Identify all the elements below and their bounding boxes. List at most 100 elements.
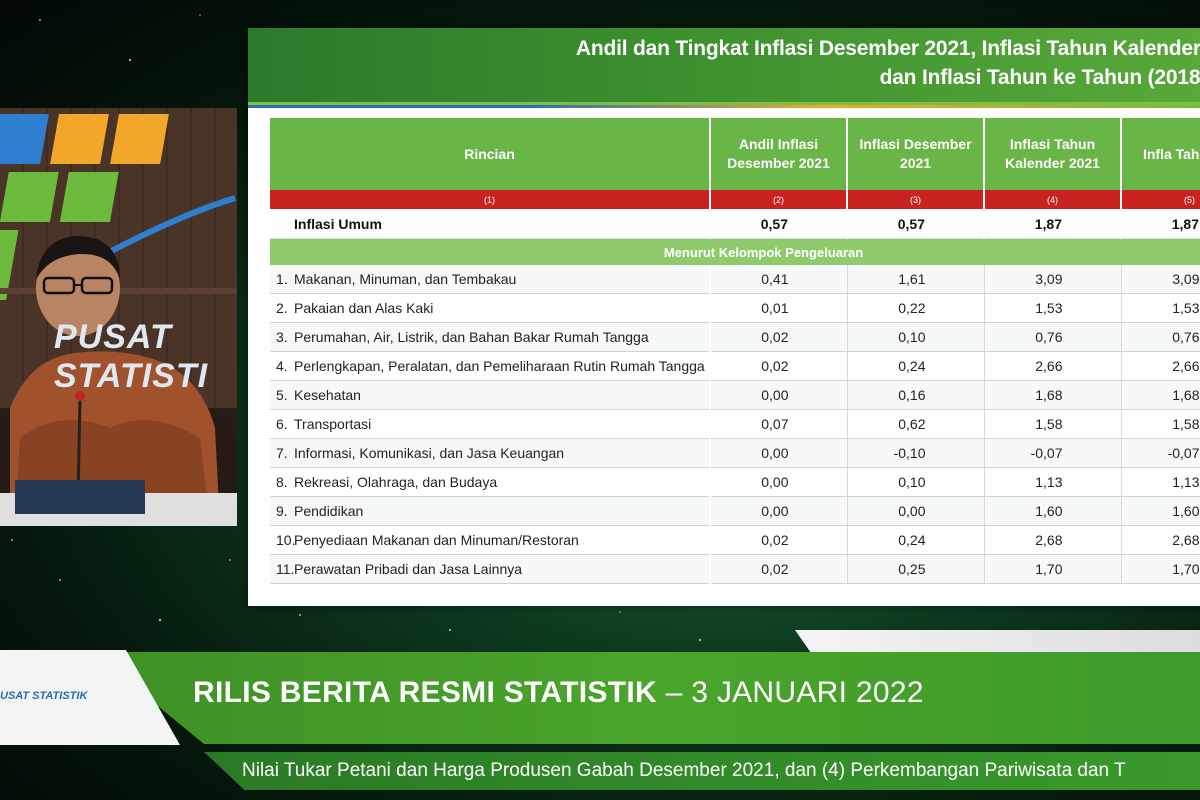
table-row: 11.Perawatan Pribadi dan Jasa Lainnya 0,0… [270, 554, 1200, 584]
row-label: 7. Informasi, Komunikasi, dan Jasa Keuang… [270, 438, 711, 468]
col-number: (1) [270, 190, 711, 209]
table-cell: 0,00 [710, 467, 848, 497]
table-cell: 1,87 [1121, 209, 1200, 239]
col-number: (4) [984, 190, 1122, 209]
table-cell: 1,68 [984, 380, 1122, 410]
col-header-rincian: Rincian [270, 118, 711, 190]
col-header-tahun-kalender: Inflasi Tahun Kalender 2021 [984, 118, 1122, 190]
row-number: 6. [276, 416, 288, 432]
row-label-text: Penyediaan Makanan dan Minuman/Restoran [294, 532, 579, 548]
table-cell: 1,53 [1121, 293, 1200, 323]
row-label-text: Perlengkapan, Peralatan, dan Pemeliharaa… [294, 358, 705, 374]
table-cell: 1,70 [984, 554, 1122, 584]
table-cell: 0,24 [847, 351, 985, 381]
table-cell: 2,66 [1121, 351, 1200, 381]
table-cell: 3,09 [1121, 265, 1200, 294]
row-label-text: Kesehatan [294, 387, 361, 403]
table-body: 1. Makanan, Minuman, dan Tembakau 0,41 1,61… [270, 265, 1200, 584]
table-cell: 1,60 [1121, 496, 1200, 526]
slide-header-band: Andil dan Tingkat Inflasi Desember 2021,… [248, 28, 1200, 108]
row-number: 3. [276, 329, 288, 345]
table-cell: 1,13 [1121, 467, 1200, 497]
col-number: (2) [710, 190, 848, 209]
row-label: 10.Penyediaan Makanan dan Minuman/Restor… [270, 525, 711, 555]
table-cell: 2,68 [1121, 525, 1200, 555]
org-name: USAT STATISTIK [0, 690, 88, 702]
col-header-andil: Andil Inflasi Desember 2021 [710, 118, 848, 190]
row-label-text: Pakaian dan Alas Kaki [294, 300, 434, 316]
col-number: (3) [847, 190, 985, 209]
broadcast-title: RILIS BERITA RESMI STATISTIK – 3 JANUARI… [193, 676, 924, 710]
table-cell: 0,07 [710, 409, 848, 439]
table-cell: 0,62 [847, 409, 985, 439]
row-label: 3. Perumahan, Air, Listrik, dan Bahan Bak… [270, 322, 711, 352]
row-label: 1. Makanan, Minuman, dan Tembakau [270, 265, 711, 294]
row-number: 8. [276, 474, 288, 490]
inflation-table: Rincian Andil Inflasi Desember 2021 Infl… [270, 118, 1200, 584]
table-header-row: Rincian Andil Inflasi Desember 2021 Infl… [270, 118, 1200, 190]
table-cell: 1,68 [1121, 380, 1200, 410]
row-label-text: Transportasi [294, 416, 372, 432]
table-row: 8. Rekreasi, Olahraga, dan Budaya 0,00 0,10… [270, 467, 1200, 497]
table-row: 4. Perlengkapan, Peralatan, dan Pemelihar… [270, 351, 1200, 381]
table-cell: 0,76 [1121, 322, 1200, 352]
row-number: 11. [276, 561, 295, 577]
table-row: 9. Pendidikan 0,00 0,00 1,60 1,60 [270, 496, 1200, 526]
row-number: 5. [276, 387, 288, 403]
inflasi-umum-row: Inflasi Umum 0,57 0,57 1,87 1,87 [270, 209, 1200, 239]
row-label: 5. Kesehatan [270, 380, 711, 410]
table-cell: 0,02 [710, 351, 848, 381]
row-number: 1. [276, 271, 288, 287]
row-label: 9. Pendidikan [270, 496, 711, 526]
table-cell: 0,76 [984, 322, 1122, 352]
table-cell: 0,02 [710, 525, 848, 555]
slide-title-line2: dan Inflasi Tahun ke Tahun (2018 = [879, 66, 1200, 89]
row-number: 4. [276, 358, 288, 374]
table-cell: 0,01 [710, 293, 848, 323]
table-cell: -0,07 [1121, 438, 1200, 468]
broadcast-title-bold: RILIS BERITA RESMI STATISTIK [193, 676, 657, 709]
row-label: 6. Transportasi [270, 409, 711, 439]
table-cell: 0,10 [847, 467, 985, 497]
table-row: 10.Penyediaan Makanan dan Minuman/Restor… [270, 525, 1200, 555]
speaker-video: PUSAT STATISTI [0, 108, 237, 526]
slide-header-strip [248, 105, 1200, 108]
speaker-scene [0, 114, 237, 526]
table-cell: 0,00 [710, 496, 848, 526]
row-number: 9. [276, 503, 288, 519]
table-cell: 1,61 [847, 265, 985, 294]
table-row: 3. Perumahan, Air, Listrik, dan Bahan Bak… [270, 322, 1200, 352]
table-cell: 0,00 [710, 438, 848, 468]
col-header-tahun-ke-tahun: Infla Tahun ke [1121, 118, 1200, 190]
table-cell: 0,02 [710, 554, 848, 584]
table-cell: -0,07 [984, 438, 1122, 468]
row-number: 2. [276, 300, 288, 316]
table-cell: 1,70 [1121, 554, 1200, 584]
table-cell: 1,53 [984, 293, 1122, 323]
table-cell: 0,10 [847, 322, 985, 352]
table-cell: 0,57 [847, 209, 985, 239]
news-ticker: Nilai Tukar Petani dan Harga Produsen Ga… [242, 760, 1126, 781]
table-row: 2. Pakaian dan Alas Kaki 0,01 0,22 1,53 1,53 [270, 293, 1200, 323]
row-label-text: Rekreasi, Olahraga, dan Budaya [294, 474, 498, 490]
broadcast-title-date: – 3 JANUARI 2022 [656, 676, 924, 709]
table-cell: 3,09 [984, 265, 1122, 294]
col-number: (5) [1121, 190, 1200, 209]
table-number-row: (1) (2) (3) (4) (5) [270, 190, 1200, 209]
table-cell: 1,58 [984, 409, 1122, 439]
backdrop-text: PUSAT STATISTI [54, 318, 209, 395]
table-cell: 1,87 [984, 209, 1122, 239]
table-cell: 0,24 [847, 525, 985, 555]
table-cell: 1,60 [984, 496, 1122, 526]
table-cell: 2,68 [984, 525, 1122, 555]
table-row: 6. Transportasi 0,07 0,62 1,58 1,58 [270, 409, 1200, 439]
row-label-text: Makanan, Minuman, dan Tembakau [294, 271, 517, 287]
row-label-text: Perumahan, Air, Listrik, dan Bahan Bakar… [294, 329, 649, 345]
row-label-text: Perawatan Pribadi dan Jasa Lainnya [294, 561, 523, 577]
slide-title: Andil dan Tingkat Inflasi Desember 2021,… [576, 34, 1200, 92]
row-number: 7. [276, 445, 288, 461]
table-cell: 1,13 [984, 467, 1122, 497]
group-header-label: Menurut Kelompok Pengeluaran [270, 238, 1200, 265]
table-cell: 1,58 [1121, 409, 1200, 439]
row-label: 4. Perlengkapan, Peralatan, dan Pemelihar… [270, 351, 711, 381]
